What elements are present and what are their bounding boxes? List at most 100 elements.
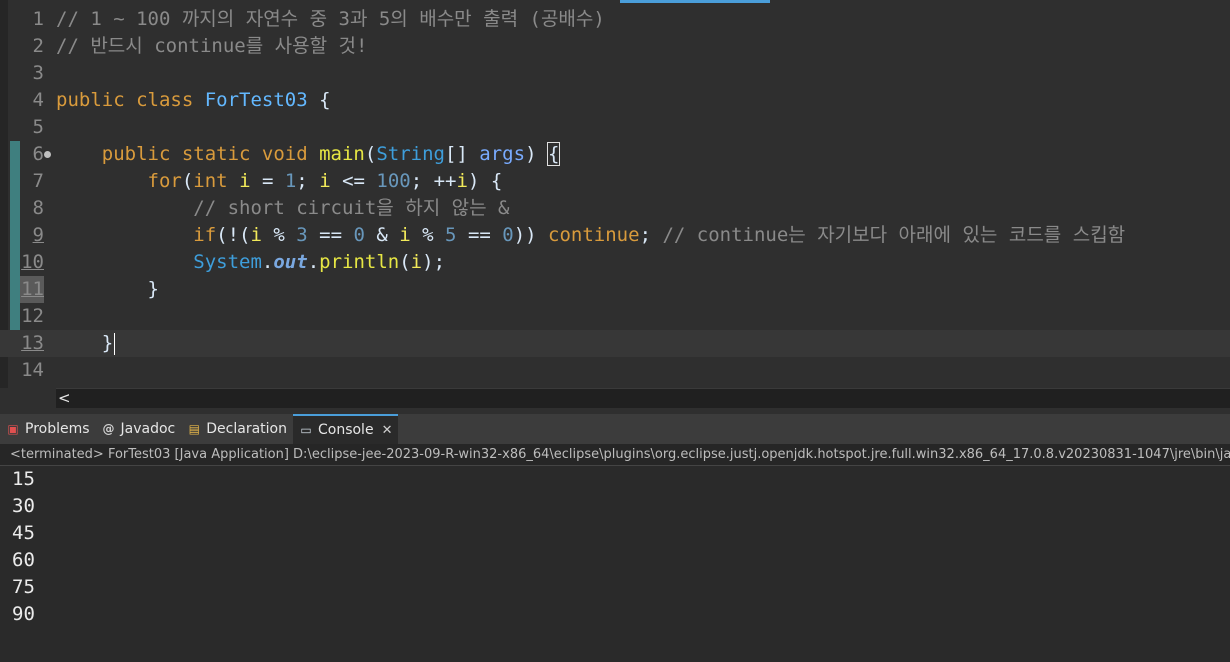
code-token: i <box>456 170 468 192</box>
console-process-label: <terminated> ForTest03 [Java Application… <box>0 444 1230 466</box>
tab-label: Javadoc <box>120 421 176 437</box>
code-token: i <box>410 251 423 273</box>
problems-icon: ▣ <box>7 422 19 436</box>
line-number: 3 <box>32 62 44 84</box>
tab-declaration[interactable]: ▤ Declaration <box>181 414 293 444</box>
scroll-left-icon[interactable]: < <box>58 389 71 407</box>
code-token: // short circuit을 하지 않는 & <box>56 197 510 219</box>
code-editor[interactable]: 1 // 1 ~ 100 까지의 자연수 중 3과 5의 배수만 출력 (공배수)… <box>0 0 1230 388</box>
code-token: ; <box>639 224 663 246</box>
code-token: int <box>193 170 240 192</box>
line-number: 7 <box>32 170 44 192</box>
line-number: 6 <box>32 143 44 165</box>
line-number: 2 <box>32 35 44 57</box>
code-token: } <box>56 278 159 300</box>
code-token: [] <box>444 143 480 165</box>
code-text: for(int i = 1; i <= 100; ++i) { <box>56 168 503 195</box>
code-token: 0 <box>353 224 365 246</box>
code-line[interactable]: 1 // 1 ~ 100 까지의 자연수 중 3과 5의 배수만 출력 (공배수) <box>0 6 1230 33</box>
code-token: . <box>261 251 274 273</box>
console-output-line: 90 <box>12 603 35 625</box>
line-number: 4 <box>32 89 44 111</box>
code-line[interactable]: 10 System.out.println(i); <box>0 249 1230 276</box>
code-token: { <box>546 142 561 166</box>
code-token: public class <box>56 89 205 111</box>
code-line[interactable]: 11 } <box>0 276 1230 303</box>
code-token: (!( <box>216 224 251 246</box>
code-token: ; ++ <box>410 170 457 192</box>
code-text: System.out.println(i); <box>56 249 445 276</box>
code-token: i <box>319 170 331 192</box>
code-token: ; <box>296 170 320 192</box>
code-line[interactable]: 2 // 반드시 continue를 사용할 것! <box>0 33 1230 60</box>
line-number: 12 <box>21 305 44 327</box>
code-text: // 1 ~ 100 까지의 자연수 중 3과 5의 배수만 출력 (공배수) <box>56 6 605 33</box>
code-line[interactable]: 14 <box>0 357 1230 384</box>
eclipse-window: 1 // 1 ~ 100 까지의 자연수 중 3과 5의 배수만 출력 (공배수)… <box>0 0 1230 662</box>
code-token: . <box>307 251 320 273</box>
code-token: System <box>56 251 262 273</box>
code-token: i <box>239 170 251 192</box>
code-token: ( <box>364 143 377 165</box>
console-icon: ▭ <box>300 423 312 437</box>
code-text: // 반드시 continue를 사용할 것! <box>56 33 367 60</box>
code-line[interactable]: 5 <box>0 114 1230 141</box>
line-number: 8 <box>32 197 44 219</box>
console-output-line: 45 <box>12 522 35 544</box>
console-output[interactable]: 15 30 45 60 75 90 <box>0 466 1230 662</box>
bottom-panel-tabs: ▣ Problems @ Javadoc ▤ Declaration ▭ Console ✕ <box>0 414 1230 444</box>
code-token: <= <box>330 170 377 192</box>
code-token: // 반드시 continue를 사용할 것! <box>56 35 368 57</box>
code-token: 100 <box>376 170 411 192</box>
code-line[interactable]: 9 if(!(i % 3 == 0 & i % 5 == 0)) continu… <box>0 222 1230 249</box>
line-number: 10 <box>21 251 44 273</box>
code-token: % <box>410 224 446 246</box>
code-line[interactable]: 13 } <box>0 330 1230 357</box>
code-token: main <box>319 143 365 165</box>
code-token: ) { <box>467 170 503 192</box>
code-token: ) <box>525 143 548 165</box>
line-number: 14 <box>21 359 44 381</box>
code-lines[interactable]: 1 // 1 ~ 100 까지의 자연수 중 3과 5의 배수만 출력 (공배수)… <box>0 6 1230 384</box>
line-number: 13 <box>21 332 44 354</box>
fold-collapse-icon[interactable] <box>44 151 51 158</box>
code-token: for <box>56 170 182 192</box>
code-line[interactable]: 4 public class ForTest03 { <box>0 87 1230 114</box>
code-token: == <box>307 224 354 246</box>
console-output-line: 75 <box>12 576 35 598</box>
code-line[interactable]: 3 <box>0 60 1230 87</box>
code-token: continue <box>548 224 640 246</box>
tab-label: Declaration <box>206 421 287 437</box>
code-token: = <box>250 170 285 192</box>
code-text: public class ForTest03 { <box>56 87 331 114</box>
code-token: & <box>364 224 400 246</box>
code-token: i <box>399 224 411 246</box>
line-number: 11 <box>20 276 44 303</box>
code-token: 1 <box>284 170 297 192</box>
code-line[interactable]: 7 for(int i = 1; i <= 100; ++i) { <box>0 168 1230 195</box>
code-token: i <box>250 224 262 246</box>
code-token: % <box>261 224 297 246</box>
console-output-line: 30 <box>12 495 35 517</box>
code-token: if <box>56 224 217 246</box>
console-output-line: 15 <box>12 468 35 490</box>
declaration-icon: ▤ <box>188 422 200 436</box>
code-line[interactable]: 8 // short circuit을 하지 않는 & <box>0 195 1230 222</box>
code-token: // continue는 자기보다 아래에 있는 코드를 스킵함 <box>662 224 1126 246</box>
tab-console[interactable]: ▭ Console ✕ <box>292 414 399 444</box>
tab-problems[interactable]: ▣ Problems <box>0 414 96 444</box>
code-token: 3 <box>296 224 308 246</box>
tab-javadoc[interactable]: @ Javadoc <box>96 414 182 444</box>
code-text: public static void main(String[] args) { <box>56 141 561 168</box>
code-line[interactable]: 6 public static void main(String[] args)… <box>0 141 1230 168</box>
close-icon[interactable]: ✕ <box>382 423 393 438</box>
code-token: ForTest03 <box>204 89 308 111</box>
editor-horizontal-scrollbar[interactable]: < <box>56 388 1230 408</box>
line-number: 5 <box>32 116 44 138</box>
line-number: 1 <box>32 8 44 30</box>
code-text: if(!(i % 3 == 0 & i % 5 == 0)) continue;… <box>56 222 1125 249</box>
code-line[interactable]: 12 <box>0 303 1230 330</box>
code-token: args <box>479 143 526 165</box>
code-text: // short circuit을 하지 않는 & <box>56 195 509 222</box>
line-number: 9 <box>32 224 44 246</box>
